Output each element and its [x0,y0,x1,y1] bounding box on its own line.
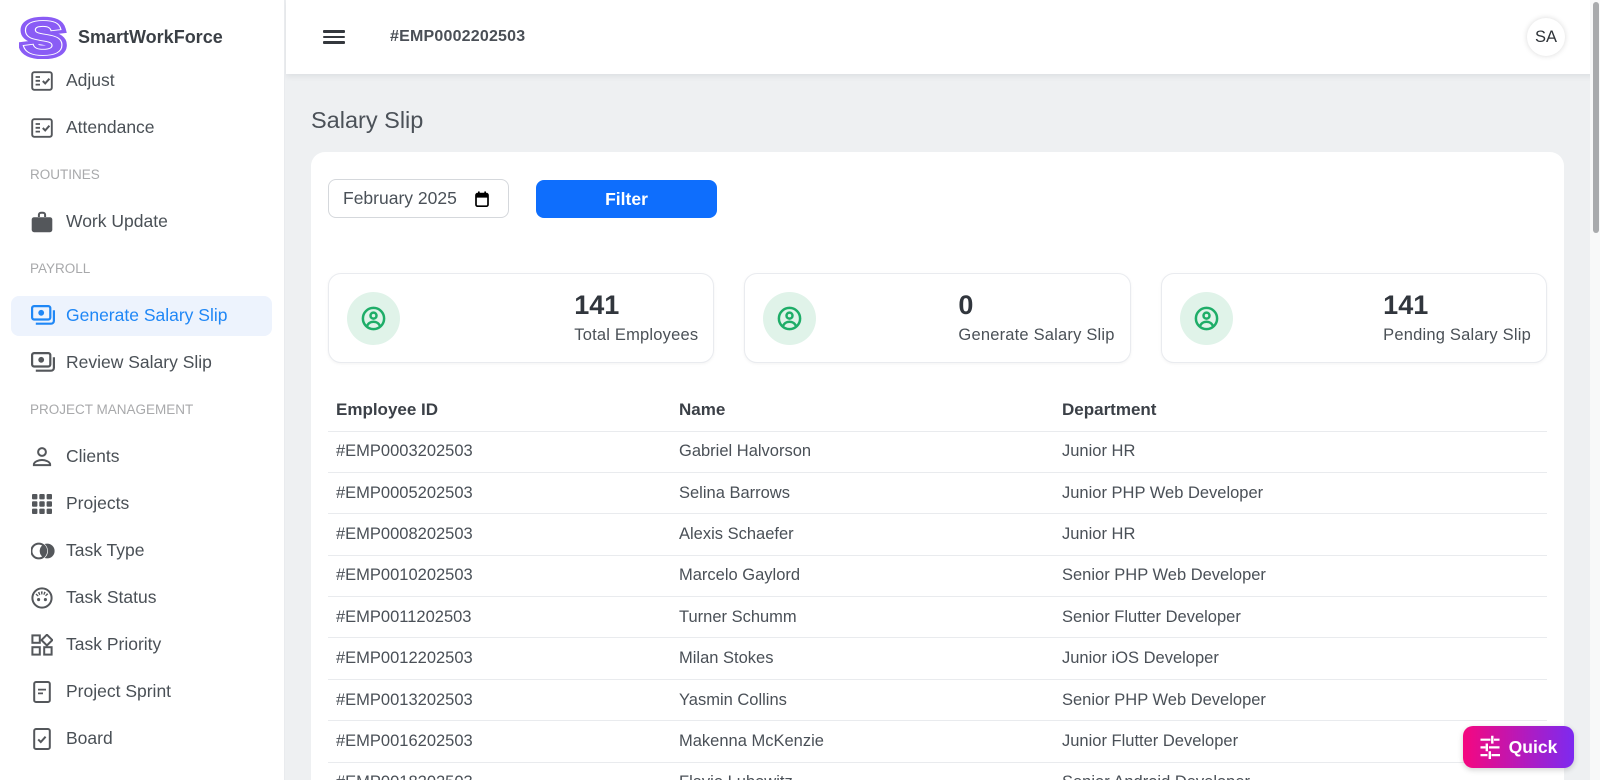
svg-text:S: S [22,16,64,59]
